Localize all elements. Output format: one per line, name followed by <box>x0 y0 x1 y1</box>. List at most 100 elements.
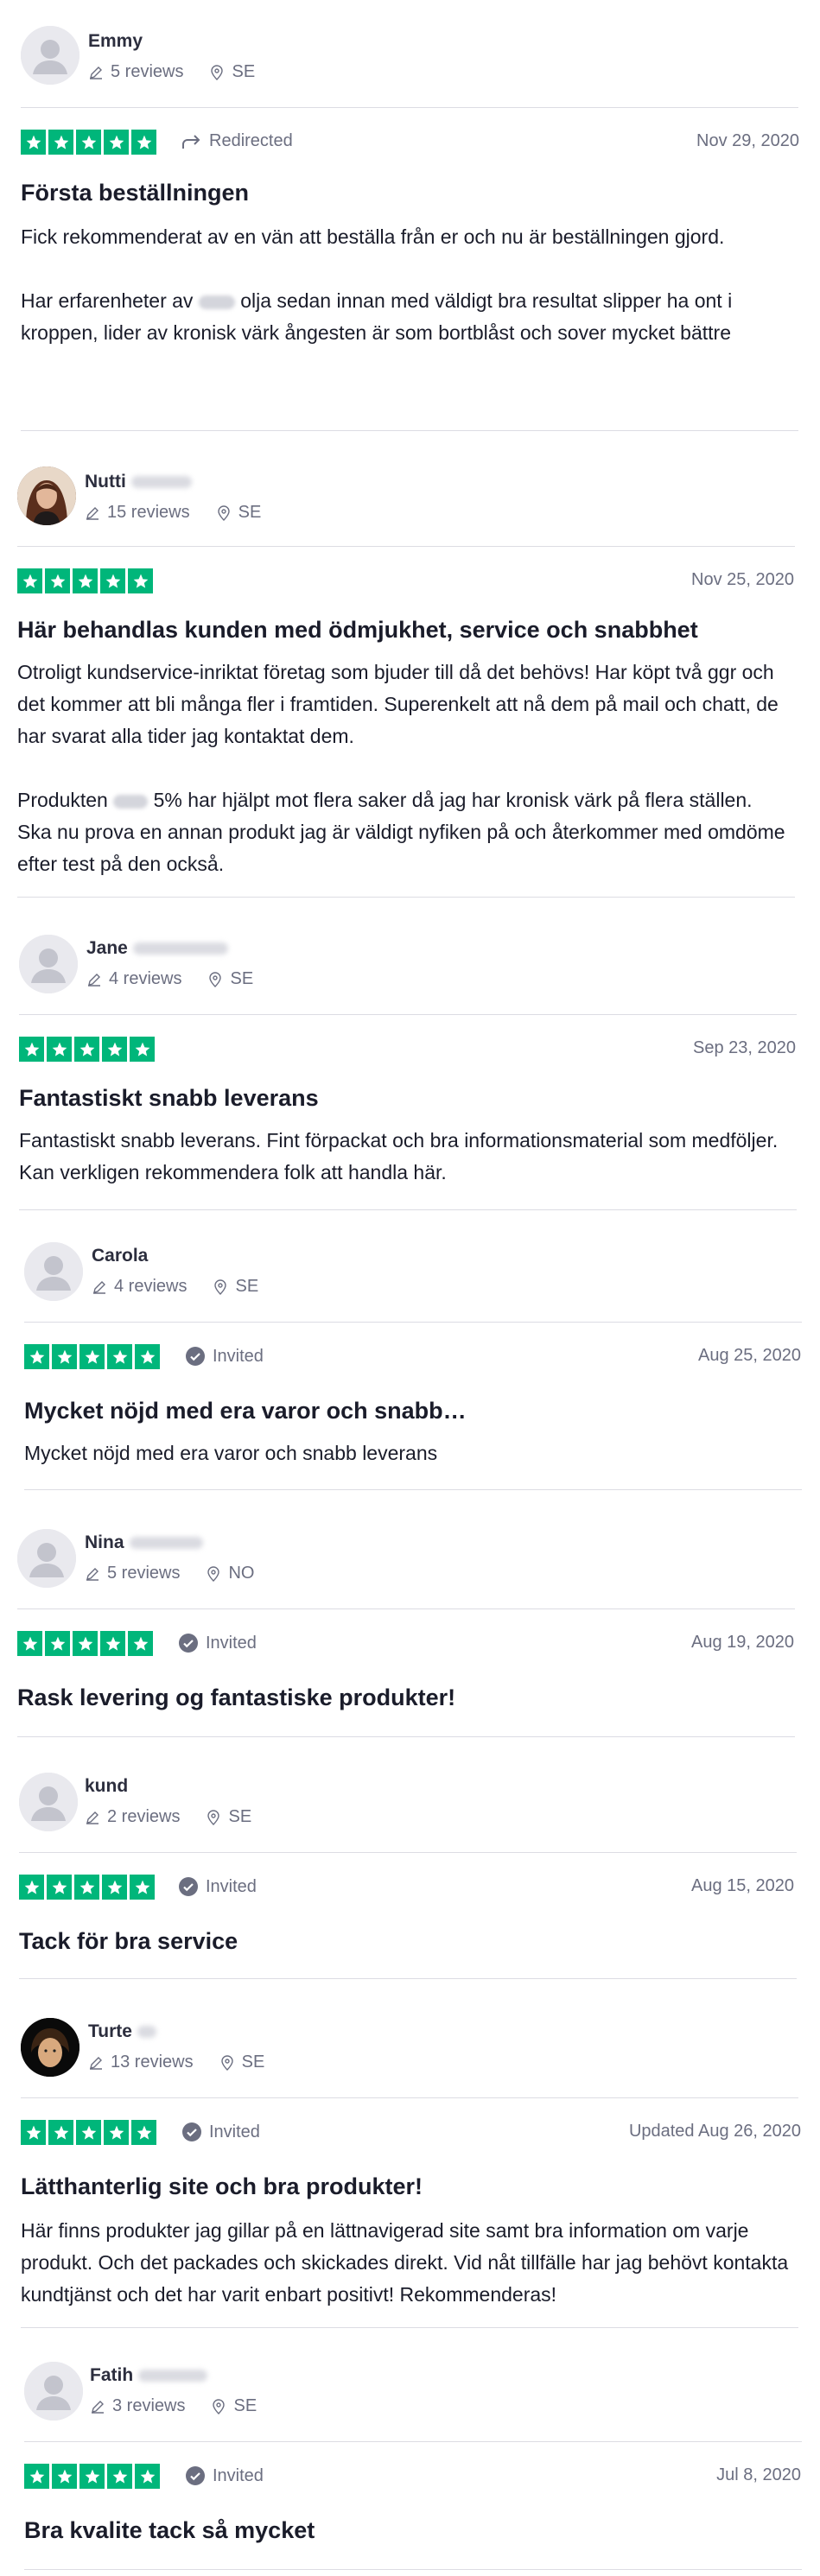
star-icon <box>128 1631 153 1656</box>
consumer-name[interactable]: Turte <box>88 2021 156 2042</box>
pencil-icon <box>86 1811 99 1824</box>
redacted-surname <box>132 942 228 955</box>
avatar[interactable] <box>21 2018 79 2077</box>
review-title[interactable]: Lätthanterlig site och bra produkter! <box>21 2173 423 2200</box>
star-icon <box>135 2464 160 2489</box>
consumer-name[interactable]: Emmy <box>88 31 143 52</box>
verification-tag[interactable]: Invited <box>178 1876 257 1897</box>
tag-label: Invited <box>213 2465 264 2485</box>
country-code: SE <box>233 2396 257 2415</box>
star-icon <box>102 1875 127 1900</box>
star-icon <box>76 2120 101 2145</box>
star-icon <box>107 1344 132 1369</box>
star-icon <box>19 1037 44 1062</box>
country-code: SE <box>230 969 254 988</box>
consumer-meta: 13 reviews SE <box>88 2053 264 2072</box>
avatar[interactable] <box>24 2362 83 2421</box>
avatar[interactable] <box>17 466 76 525</box>
avatar[interactable] <box>17 1529 76 1588</box>
review-title[interactable]: Fantastiskt snabb leverans <box>19 1085 319 1112</box>
consumer-name[interactable]: kund <box>85 1776 128 1797</box>
review-paragraph: Mycket nöjd med era varor och snabb leve… <box>24 1442 438 1464</box>
review-text: Har erfarenheter av <box>21 289 194 312</box>
verification-tag[interactable]: Invited <box>181 2122 260 2142</box>
redacted-text <box>113 794 149 809</box>
country-code: SE <box>241 2053 265 2072</box>
divider <box>19 1978 797 1979</box>
review-date: Updated Aug 26, 2020 <box>628 2122 801 2141</box>
star-icon <box>131 2120 156 2145</box>
star-icon <box>73 1631 98 1656</box>
consumer-name[interactable]: Fatih <box>90 2365 208 2386</box>
redacted-surname <box>137 2026 156 2039</box>
star-icon <box>104 2120 129 2145</box>
star-rating <box>21 2120 156 2145</box>
review-body: Otroligt kundservice-inriktat företag so… <box>17 657 786 880</box>
star-icon <box>102 1037 127 1062</box>
consumer-name[interactable]: Carola <box>92 1246 148 1266</box>
star-icon <box>130 1875 155 1900</box>
divider <box>24 1322 802 1323</box>
review-title[interactable]: Mycket nöjd med era varor och snabb… <box>24 1398 467 1424</box>
default-user-icon <box>19 1773 78 1831</box>
star-icon <box>24 2464 49 2489</box>
star-icon <box>79 2464 105 2489</box>
pencil-icon <box>90 66 102 79</box>
location-pin-icon <box>220 2054 233 2071</box>
pencil-icon <box>88 973 100 987</box>
redacted-surname <box>129 1537 203 1550</box>
review-title[interactable]: Tack för bra service <box>19 1928 238 1955</box>
review-count: 5 reviews <box>107 1564 181 1583</box>
star-rating <box>21 130 156 155</box>
tag-label: Invited <box>206 1633 257 1653</box>
star-icon <box>45 568 70 593</box>
consumer-name[interactable]: Nutti <box>85 472 192 492</box>
tag-label: Redirected <box>209 131 293 150</box>
divider <box>17 1608 795 1609</box>
avatar[interactable] <box>24 1242 83 1301</box>
star-icon <box>21 2120 46 2145</box>
star-rating <box>19 1875 155 1900</box>
verification-tag[interactable]: Invited <box>178 1633 257 1653</box>
review-title[interactable]: Första beställningen <box>21 180 249 206</box>
verification-tag[interactable]: Redirected <box>181 131 293 151</box>
check-badge-icon <box>179 1877 198 1896</box>
review-count: 4 reviews <box>114 1277 188 1296</box>
consumer-meta: 4 reviews SE <box>86 969 253 989</box>
pencil-icon <box>92 2400 104 2414</box>
review-paragraph: Här finns produkter jag gillar på en lät… <box>21 2219 789 2306</box>
star-icon <box>47 1037 72 1062</box>
star-icon <box>17 1631 42 1656</box>
avatar[interactable] <box>19 935 78 993</box>
country-code: SE <box>235 1277 259 1296</box>
verification-tag[interactable]: Invited <box>185 2465 264 2486</box>
consumer-name[interactable]: Jane <box>86 938 228 959</box>
review-date: Sep 23, 2020 <box>693 1038 796 1057</box>
check-badge-icon <box>179 1634 198 1653</box>
default-user-icon <box>19 935 78 993</box>
avatar[interactable] <box>21 26 79 85</box>
avatar[interactable] <box>19 1773 78 1831</box>
review-count: 15 reviews <box>107 503 190 522</box>
verification-tag[interactable]: Invited <box>185 1346 264 1367</box>
review-title[interactable]: Rask levering og fantastiske produkter! <box>17 1685 455 1711</box>
star-icon <box>135 1344 160 1369</box>
check-badge-icon <box>186 2466 205 2485</box>
review-title[interactable]: Bra kvalite tack så mycket <box>24 2517 315 2544</box>
review-title[interactable]: Här behandlas kunden med ödmjukhet, serv… <box>17 617 698 644</box>
default-user-icon <box>17 1529 76 1588</box>
star-icon <box>47 1875 72 1900</box>
consumer-name[interactable]: Nina <box>85 1532 203 1553</box>
user-photo <box>21 2018 79 2077</box>
star-icon <box>74 1875 99 1900</box>
review-count: 5 reviews <box>111 62 184 81</box>
star-icon <box>52 2464 77 2489</box>
divider <box>19 1014 797 1015</box>
default-user-icon <box>24 2362 83 2421</box>
review-count: 4 reviews <box>109 969 182 988</box>
location-pin-icon <box>214 1278 227 1295</box>
star-icon <box>100 1631 125 1656</box>
divider <box>19 1209 797 1210</box>
review-body: Fick rekommenderat av en vän att beställ… <box>21 221 781 349</box>
location-pin-icon <box>217 504 230 521</box>
